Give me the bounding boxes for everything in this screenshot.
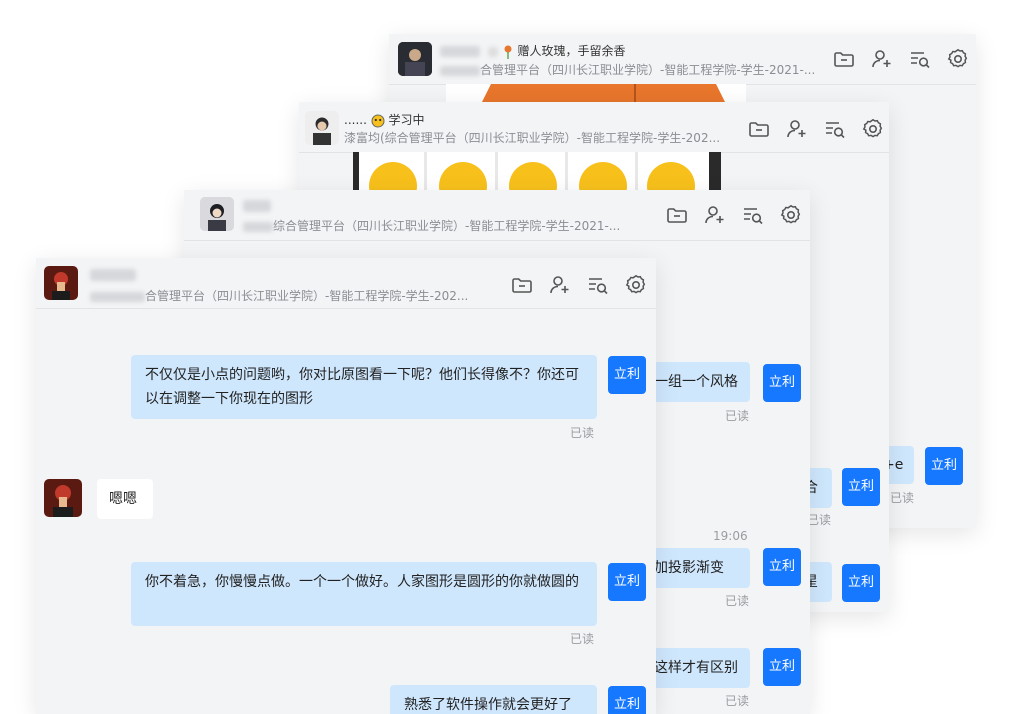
contact-name-row: 赠人玫瑰，手留余香 [440, 42, 626, 59]
add-user-icon[interactable] [870, 47, 894, 71]
sender-tag[interactable]: 立利 [763, 648, 801, 686]
blurred-prefix [440, 65, 480, 76]
read-status: 已读 [890, 491, 915, 505]
read-status: 已读 [807, 513, 832, 527]
sender-tag[interactable]: 立利 [763, 548, 801, 586]
contact-avatar[interactable] [44, 479, 82, 517]
read-status: 已读 [725, 594, 750, 608]
folder-icon[interactable] [510, 273, 534, 297]
message-bubble[interactable]: 熟悉了软件操作就会更好了 [390, 685, 597, 714]
add-user-icon[interactable] [703, 203, 727, 227]
rose-icon [504, 45, 512, 59]
contact-name: ...... [344, 113, 367, 127]
search-list-icon[interactable] [823, 117, 847, 141]
blurred-name [90, 268, 136, 281]
folder-icon[interactable] [665, 203, 689, 227]
sender-tag[interactable]: 立利 [842, 564, 880, 602]
message-bubble[interactable]: 嗯嗯 [97, 479, 153, 519]
chat-header: 赠人玫瑰，手留余香 合管理平台（四川长江职业学院）-智能工程学院-学生-2021… [389, 34, 976, 85]
message-text: 一组一个风格 [654, 374, 738, 390]
read-status: 已读 [725, 409, 750, 423]
gear-icon[interactable] [779, 203, 803, 227]
contact-subtitle: 综合管理平台（四川长江职业学院）-智能工程学院-学生-2021-... [243, 217, 620, 234]
gear-icon[interactable] [861, 117, 885, 141]
sender-tag[interactable]: 立利 [925, 447, 963, 485]
search-list-icon[interactable] [908, 47, 932, 71]
search-list-icon[interactable] [741, 203, 765, 227]
gear-icon[interactable] [946, 47, 970, 71]
contact-subtitle: 合管理平台（四川长江职业学院）-智能工程学院-学生-2021-... [440, 61, 815, 78]
blurred-prefix [90, 291, 145, 302]
blurred-name [243, 199, 271, 212]
contact-subtitle: 合管理平台（四川长江职业学院）-智能工程学院-学生-202... [90, 287, 468, 304]
header-toolbar [665, 203, 803, 227]
message-text: 嗯嗯 [109, 491, 137, 507]
subtitle-text: 合管理平台（四川长江职业学院）-智能工程学院-学生-2021-... [480, 63, 816, 77]
sender-tag[interactable]: 立利 [608, 686, 646, 714]
chat-window-4: 合管理平台（四川长江职业学院）-智能工程学院-学生-202... 不仅仅是小点的… [36, 258, 656, 714]
header-toolbar [510, 273, 648, 297]
message-text: 这样才有区别 [654, 660, 738, 676]
message-text: 不仅仅是小点的问题哟，你对比原图看一下呢？他们长得像不？你还可以在调整一下你现在… [145, 367, 579, 407]
sender-tag[interactable]: 立利 [842, 468, 880, 506]
message-text: 熟悉了软件操作就会更好了 [404, 697, 572, 713]
chat-header: 合管理平台（四川长江职业学院）-智能工程学院-学生-202... [36, 258, 656, 309]
sender-tag[interactable]: 立利 [608, 356, 646, 394]
contact-name-row [243, 198, 271, 212]
folder-icon[interactable] [747, 117, 771, 141]
search-list-icon[interactable] [586, 273, 610, 297]
sender-tag[interactable]: 立利 [763, 364, 801, 402]
status-text: 赠人玫瑰，手留余香 [517, 44, 626, 58]
message-time: 19:06 [713, 529, 748, 543]
avatar[interactable] [200, 197, 234, 231]
add-user-icon[interactable] [548, 273, 572, 297]
folder-icon[interactable] [832, 47, 856, 71]
blurred-tag [487, 46, 498, 57]
message-text: 加投影渐变 [654, 560, 724, 576]
emoji-status-icon [371, 114, 385, 127]
contact-name-row [90, 267, 136, 281]
avatar[interactable] [305, 111, 339, 145]
read-status: 已读 [725, 694, 750, 708]
message-bubble[interactable]: 你不着急，你慢慢点做。一个一个做好。人家图形是圆形的你就做圆的 [131, 562, 597, 626]
subtitle-text: 合管理平台（四川长江职业学院）-智能工程学院-学生-202... [145, 289, 469, 303]
avatar[interactable] [44, 266, 78, 300]
read-status: 已读 [570, 632, 595, 646]
subtitle-text: 综合管理平台（四川长江职业学院）-智能工程学院-学生-2021-... [273, 219, 621, 233]
header-toolbar [832, 47, 970, 71]
gear-icon[interactable] [624, 273, 648, 297]
status-text: 学习中 [388, 113, 425, 127]
header-toolbar [747, 117, 885, 141]
read-status: 已读 [570, 426, 595, 440]
chat-header: 综合管理平台（四川长江职业学院）-智能工程学院-学生-2021-... [184, 190, 810, 241]
avatar[interactable] [398, 42, 432, 76]
blurred-name [440, 46, 480, 57]
chat-header: ...... 学习中 漆富均(综合管理平台（四川长江职业学院）-智能工程学院-学… [299, 102, 889, 153]
message-bubble[interactable]: 不仅仅是小点的问题哟，你对比原图看一下呢？他们长得像不？你还可以在调整一下你现在… [131, 355, 597, 419]
message-text: 你不着急，你慢慢点做。一个一个做好。人家图形是圆形的你就做圆的 [145, 574, 579, 590]
blurred-prefix [243, 221, 273, 232]
sender-tag[interactable]: 立利 [608, 563, 646, 601]
contact-subtitle: 漆富均(综合管理平台（四川长江职业学院）-智能工程学院-学生-202... [344, 131, 721, 145]
add-user-icon[interactable] [785, 117, 809, 141]
contact-name-row: ...... 学习中 [344, 111, 425, 128]
